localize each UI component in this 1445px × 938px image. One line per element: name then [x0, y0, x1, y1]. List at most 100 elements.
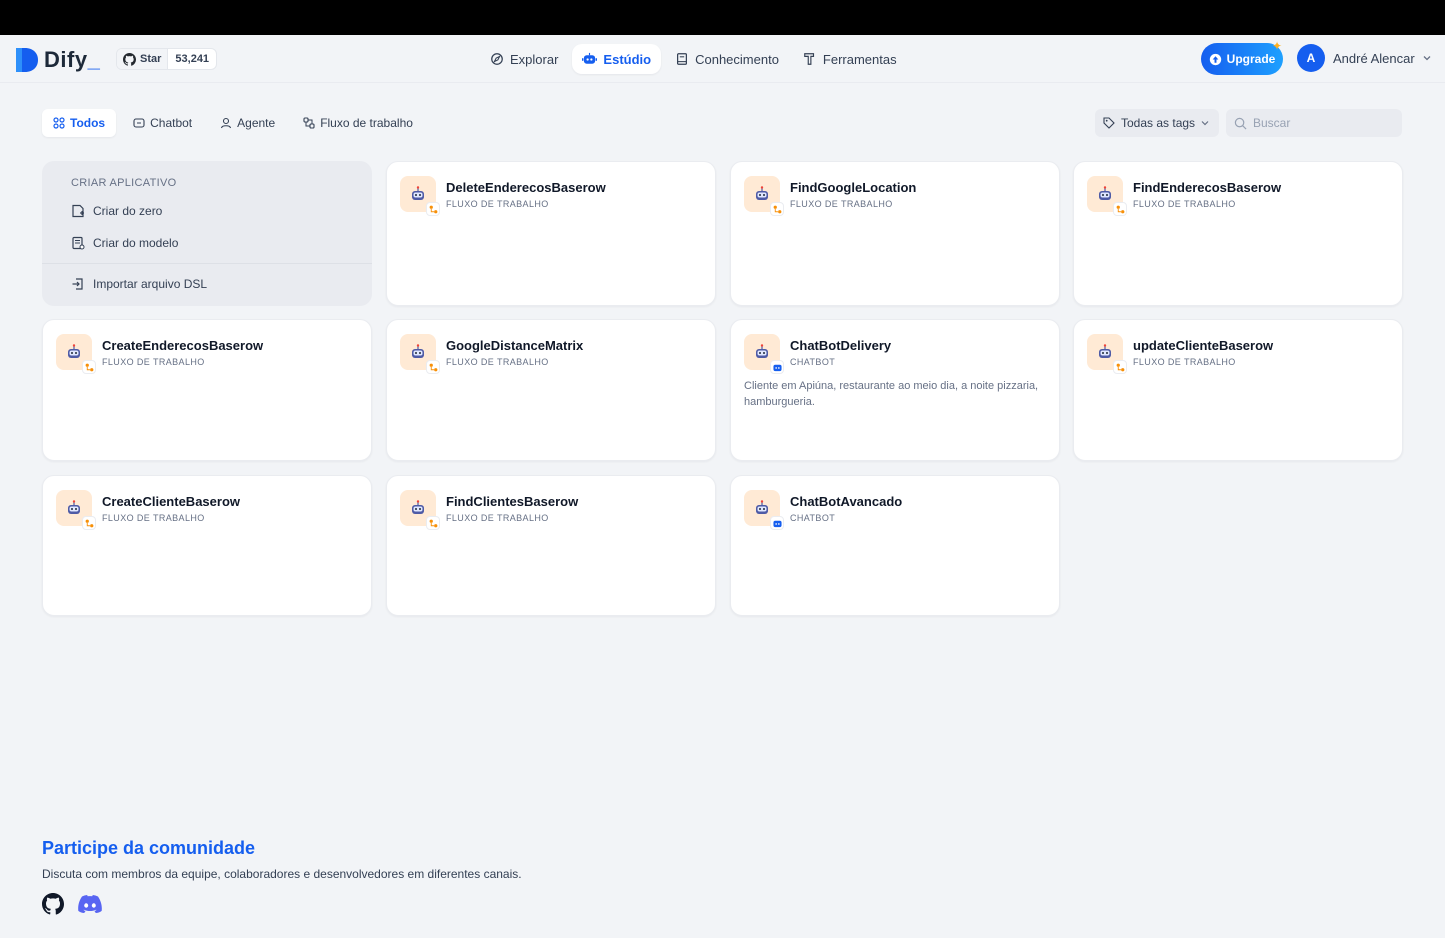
github-star-button[interactable]: Star 53,241: [116, 48, 218, 70]
workflow-badge-icon: [1116, 205, 1124, 213]
tag-icon: [1103, 117, 1115, 129]
user-menu[interactable]: A André Alencar: [1297, 44, 1431, 72]
workflow-badge-icon: [1116, 363, 1124, 371]
compass-icon: [491, 53, 503, 65]
tab-todos[interactable]: Todos: [42, 109, 117, 137]
tab-chatbot[interactable]: Chatbot: [122, 109, 203, 137]
search-icon: [1234, 117, 1247, 129]
app-type: FLUXO DE TRABALHO: [1133, 199, 1236, 209]
community-section: Participe da comunidade Discuta com memb…: [42, 838, 522, 915]
app-icon: [56, 334, 96, 374]
app-type-badge: [82, 360, 96, 374]
nav-estudio[interactable]: Estúdio: [572, 44, 662, 74]
app-icon: [400, 334, 440, 374]
chatbot-badge-icon: [772, 520, 782, 527]
github-star-count: 53,241: [175, 53, 210, 65]
app-emoji-icon: [756, 344, 768, 358]
app-emoji-icon: [412, 186, 424, 200]
community-subtitle: Discuta com membros da equipe, colaborad…: [42, 867, 522, 881]
app-header: Dify_ Star 53,241 Explorar Estúdio Conhe…: [0, 35, 1445, 83]
workflow-badge-icon: [429, 519, 437, 527]
app-description: Cliente em Apiúna, restaurante ao meio d…: [744, 380, 1039, 408]
app-type-badge: [770, 516, 784, 530]
app-type: CHATBOT: [790, 357, 836, 367]
app-type-badge: [770, 360, 784, 374]
create-app-title: CRIAR APLICATIVO: [71, 177, 177, 189]
avatar: A: [1297, 44, 1325, 72]
main-nav: Explorar Estúdio Conhecimento Ferramenta…: [480, 44, 907, 74]
app-card[interactable]: ChatBotDelivery CHATBOT Cliente em Apiúna,…: [730, 319, 1060, 461]
app-icon: [400, 490, 440, 530]
app-card[interactable]: FindGoogleLocation FLUXO DE TRABALHO: [730, 161, 1060, 306]
import-icon: [72, 278, 83, 290]
dify-logo[interactable]: Dify_: [16, 47, 100, 73]
dify-logo-text: Dify_: [44, 47, 101, 72]
workflow-icon: [303, 117, 315, 129]
github-icon[interactable]: [42, 893, 64, 915]
upgrade-icon: [1209, 53, 1221, 65]
chevron-down-icon: [1201, 121, 1209, 126]
app-icon: [1087, 176, 1127, 216]
discord-icon[interactable]: [78, 895, 102, 913]
chat-icon: [133, 118, 145, 128]
app-type-badge: [1113, 360, 1127, 374]
app-name: updateClienteBaserow: [1133, 338, 1274, 353]
app-type: FLUXO DE TRABALHO: [790, 199, 893, 209]
app-name: FindClientesBaserow: [446, 494, 579, 509]
nav-conhecimento[interactable]: Conhecimento: [665, 44, 789, 74]
app-card[interactable]: FindEnderecosBaserow FLUXO DE TRABALHO: [1073, 161, 1403, 306]
app-type: CHATBOT: [790, 513, 836, 523]
nav-ferramentas[interactable]: Ferramentas: [793, 44, 907, 74]
robot-icon: [582, 52, 598, 64]
app-card[interactable]: DeleteEnderecosBaserow FLUXO DE TRABALHO: [386, 161, 716, 306]
app-card[interactable]: FindClientesBaserow FLUXO DE TRABALHO: [386, 475, 716, 616]
app-name: ChatBotAvancado: [790, 494, 903, 509]
app-type: FLUXO DE TRABALHO: [1133, 357, 1236, 367]
app-name: CreateEnderecosBaserow: [102, 338, 264, 353]
app-icon: [744, 334, 784, 374]
app-card[interactable]: CreateClienteBaserow FLUXO DE TRABALHO: [42, 475, 372, 616]
app-card[interactable]: CreateEnderecosBaserow FLUXO DE TRABALHO: [42, 319, 372, 461]
github-star-label: Star: [140, 53, 162, 65]
app-icon: [744, 490, 784, 530]
search-input[interactable]: [1253, 116, 1393, 130]
app-icon: [56, 490, 96, 530]
workflow-badge-icon: [429, 205, 437, 213]
book-icon: [677, 53, 688, 65]
tags-filter-select[interactable]: Todas as tags: [1095, 109, 1219, 137]
import-dsl-button[interactable]: Importar arquivo DSL: [42, 268, 372, 300]
app-card[interactable]: updateClienteBaserow FLUXO DE TRABALHO: [1073, 319, 1403, 461]
tab-agente[interactable]: Agente: [209, 109, 286, 137]
file-plus-icon: [72, 204, 84, 218]
community-title: Participe da comunidade: [42, 838, 256, 858]
tab-fluxo[interactable]: Fluxo de trabalho: [292, 109, 424, 137]
github-icon: [123, 52, 136, 66]
template-icon: [72, 236, 85, 250]
app-type: FLUXO DE TRABALHO: [446, 199, 549, 209]
create-from-template-button[interactable]: Criar do modelo: [42, 227, 372, 259]
app-name: CreateClienteBaserow: [102, 494, 240, 509]
app-name: ChatBotDelivery: [790, 338, 892, 353]
workflow-badge-icon: [429, 363, 437, 371]
app-type-badge: [1113, 202, 1127, 216]
app-emoji-icon: [68, 500, 80, 514]
app-type: FLUXO DE TRABALHO: [102, 513, 205, 523]
upgrade-button[interactable]: Upgrade: [1201, 43, 1283, 75]
app-type: FLUXO DE TRABALHO: [446, 513, 549, 523]
search-box: [1226, 109, 1402, 137]
app-type-badge: [770, 202, 784, 216]
app-type-tabs: Todos Chatbot Agente Fluxo de trabalho: [42, 109, 424, 137]
window-top-bar: [0, 0, 1445, 35]
app-card[interactable]: ChatBotAvancado CHATBOT: [730, 475, 1060, 616]
create-from-scratch-button[interactable]: Criar do zero: [42, 195, 372, 227]
user-name: André Alencar: [1333, 50, 1415, 66]
app-card[interactable]: GoogleDistanceMatrix FLUXO DE TRABALHO: [386, 319, 716, 461]
app-name: GoogleDistanceMatrix: [446, 338, 584, 353]
nav-explorar[interactable]: Explorar: [480, 44, 568, 74]
sparkle-icon: ✦: [1272, 39, 1283, 53]
workflow-badge-icon: [773, 205, 781, 213]
chevron-down-icon: [1423, 56, 1431, 61]
app-emoji-icon: [756, 500, 768, 514]
app-name: FindEnderecosBaserow: [1133, 180, 1282, 195]
app-icon: [1087, 334, 1127, 374]
